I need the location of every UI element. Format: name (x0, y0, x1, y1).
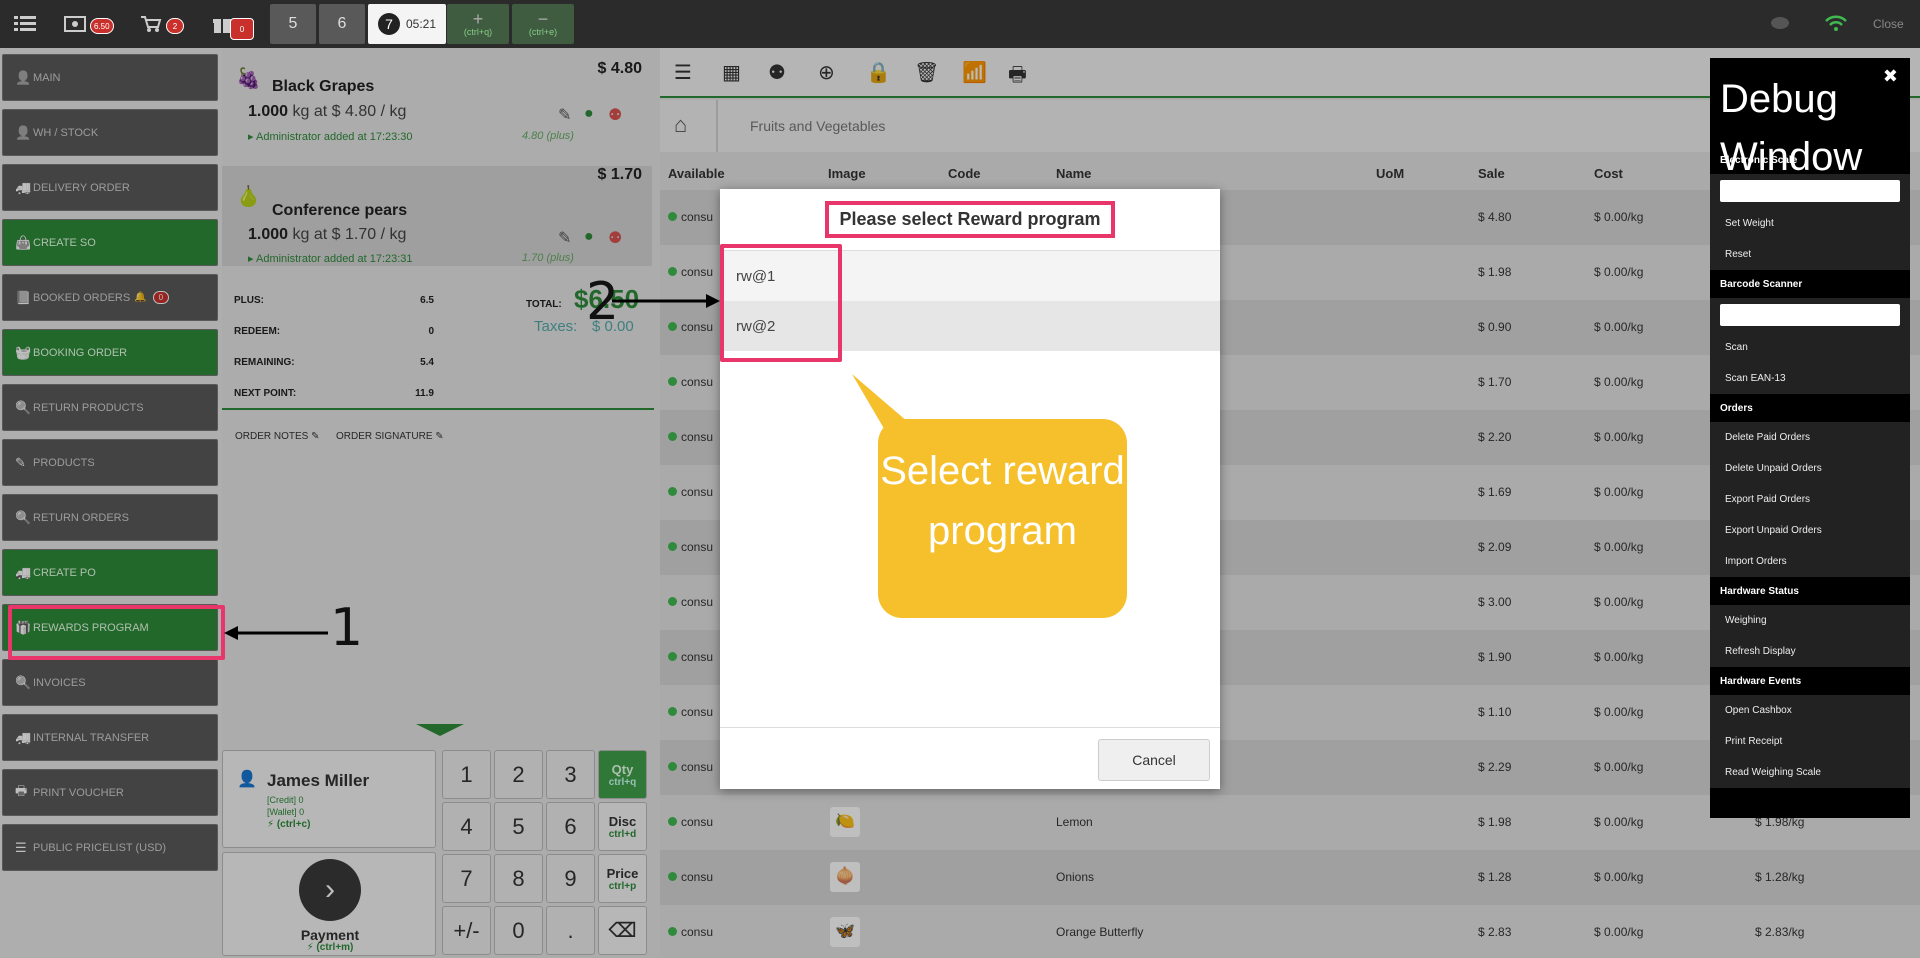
active-tab-number: 7 (377, 13, 400, 35)
minus-icon: − (537, 9, 549, 29)
remove-order-shortcut: (ctrl+e) (528, 27, 558, 37)
arrow-1-icon (224, 626, 328, 640)
debug-window: Debug Window ✖ Electronic Scale Set Weigh… (1710, 58, 1910, 818)
order-tab-5[interactable]: 5 (270, 4, 316, 44)
debug-action[interactable]: Export Paid Orders (1710, 484, 1910, 515)
debug-action[interactable]: Refresh Display (1710, 636, 1910, 667)
close-icon[interactable]: ✖ (1883, 66, 1898, 87)
debug-section-title: Hardware Status (1720, 585, 1799, 597)
callout-bubble: Select reward program (878, 419, 1127, 618)
cart-icon[interactable]: 2 (140, 0, 184, 48)
debug-action[interactable]: Weighing (1710, 605, 1910, 636)
gift-badge: 0 (230, 18, 254, 40)
dialog-title-text: Please select Reward program (825, 201, 1115, 238)
top-bar: 6.50 2 0 5 6 7 05:21 + (ctrl+q) − (ctrl+… (0, 0, 1920, 48)
close-button[interactable]: Close (1873, 0, 1904, 48)
debug-action[interactable]: Open Cashbox (1710, 695, 1910, 726)
arrow-2-icon (612, 294, 720, 308)
debug-action[interactable]: Export Unpaid Orders (1710, 515, 1910, 546)
chat-icon[interactable] (1770, 0, 1790, 48)
debug-section-title: Hardware Events (1720, 675, 1802, 687)
add-order-button[interactable]: + (ctrl+q) (447, 4, 509, 44)
cash-badge: 6.50 (90, 18, 114, 34)
add-order-shortcut: (ctrl+q) (463, 27, 493, 37)
cart-badge: 2 (166, 18, 184, 34)
debug-action[interactable]: Delete Paid Orders (1710, 422, 1910, 453)
dialog-title: Please select Reward program (720, 189, 1220, 251)
dialog-footer: Cancel (720, 727, 1220, 789)
debug-action[interactable]: Scan EAN-13 (1710, 363, 1910, 394)
active-tab-time: 05:21 (405, 17, 437, 31)
debug-input[interactable] (1720, 180, 1900, 202)
annotation-step-1: 1 (330, 598, 364, 658)
wifi-icon (1824, 0, 1848, 48)
menu-list-icon[interactable] (14, 0, 36, 48)
gift-icon[interactable]: 0 (212, 0, 254, 48)
debug-action[interactable]: Delete Unpaid Orders (1710, 453, 1910, 484)
debug-action[interactable]: Import Orders (1710, 546, 1910, 577)
debug-action[interactable]: Read Weighing Scale (1710, 757, 1910, 788)
debug-section-title: Electronic Scale (1720, 154, 1798, 166)
cash-icon[interactable]: 6.50 (64, 0, 114, 48)
options-highlight (720, 244, 842, 362)
debug-action[interactable]: Reset (1710, 239, 1910, 270)
remove-order-button[interactable]: − (ctrl+e) (512, 4, 574, 44)
order-tab-active[interactable]: 7 05:21 (368, 4, 446, 44)
order-tab-6[interactable]: 6 (319, 4, 365, 44)
debug-action[interactable]: Set Weight (1710, 208, 1910, 239)
plus-icon: + (472, 9, 484, 29)
debug-section-title: Orders (1720, 402, 1753, 414)
cancel-button[interactable]: Cancel (1098, 739, 1210, 781)
rewards-highlight (8, 605, 225, 660)
debug-action[interactable]: Print Receipt (1710, 726, 1910, 757)
debug-input[interactable] (1720, 304, 1900, 326)
debug-section-title: Barcode Scanner (1720, 278, 1803, 290)
debug-action[interactable]: Scan (1710, 332, 1910, 363)
